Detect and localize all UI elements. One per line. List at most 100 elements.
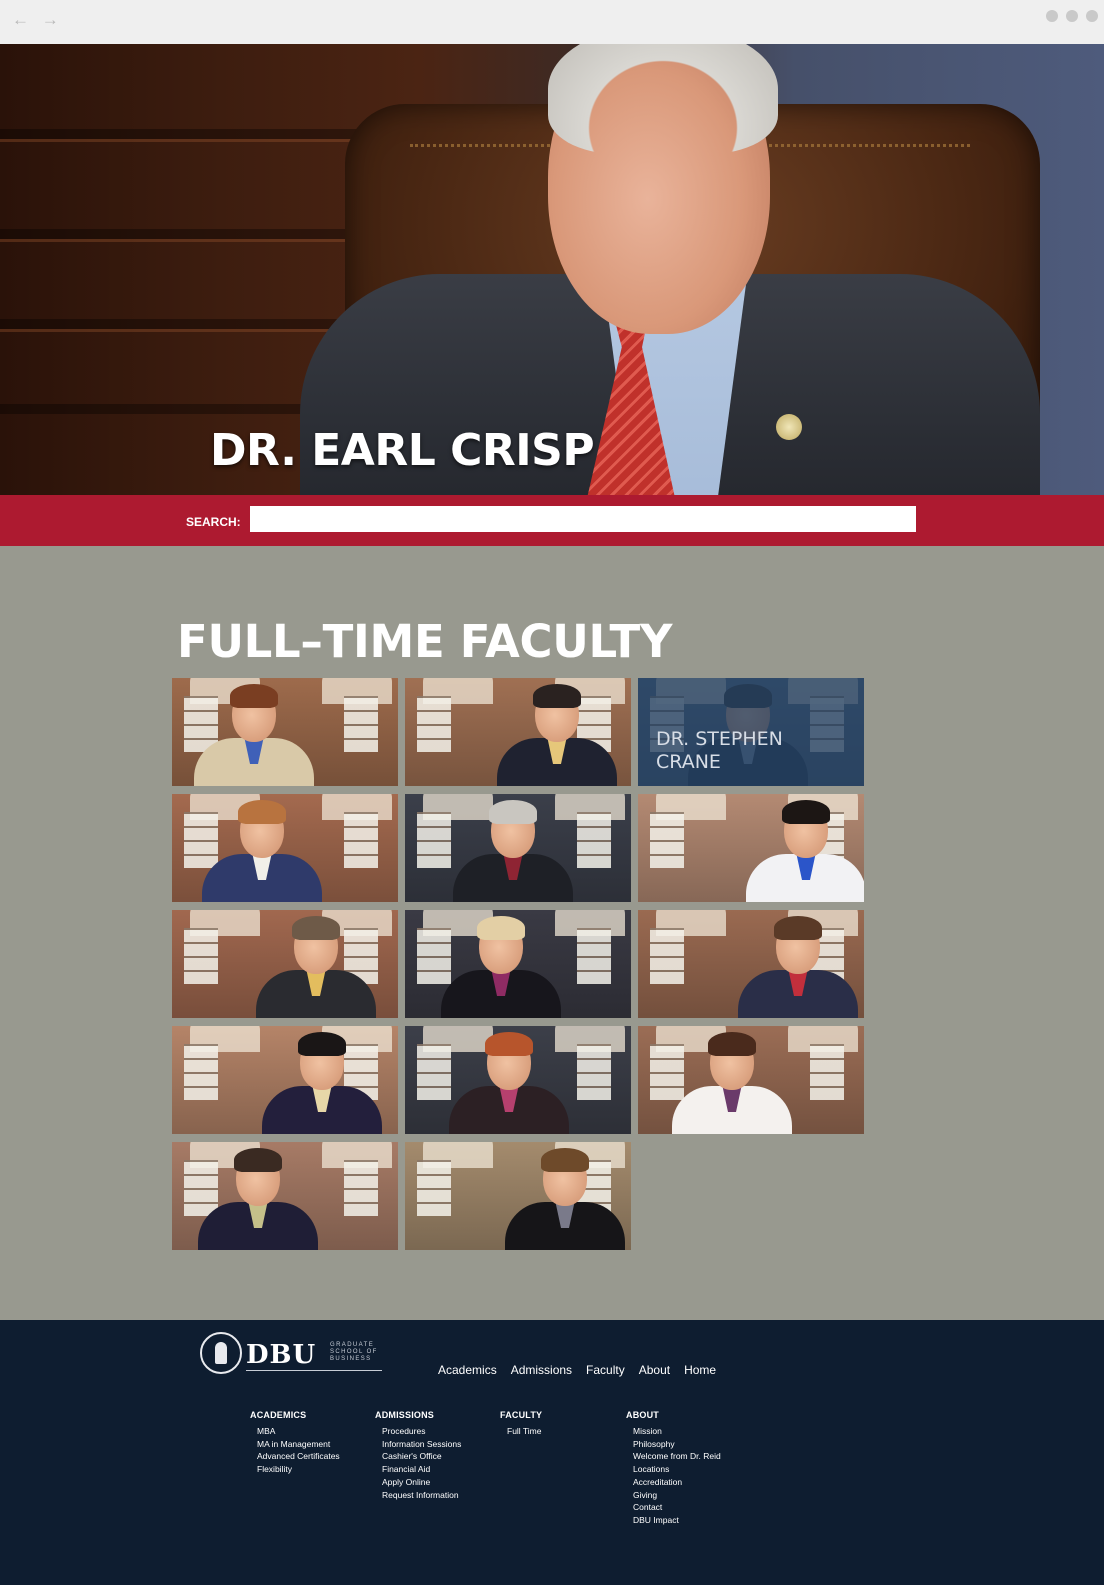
window-pane xyxy=(344,812,378,868)
seal-icon xyxy=(200,1332,242,1374)
nav-link-admissions[interactable]: Admissions xyxy=(511,1363,572,1377)
faculty-portrait xyxy=(449,1026,569,1134)
portrait-hair xyxy=(533,684,581,708)
portrait-hair xyxy=(292,916,340,940)
portrait-hair xyxy=(298,1032,346,1056)
search-bar: SEARCH: xyxy=(0,495,1104,546)
footer-link[interactable]: Mission xyxy=(633,1425,721,1438)
footer-link[interactable]: Welcome from Dr. Reid xyxy=(633,1450,721,1463)
faculty-tile[interactable] xyxy=(405,910,631,1018)
faculty-portrait xyxy=(441,910,561,1018)
faculty-tile[interactable]: DR. STEPHEN CRANE xyxy=(638,678,864,786)
footer-column-academics: ACADEMICS MBA MA in Management Advanced … xyxy=(250,1410,340,1476)
faculty-grid: DR. STEPHEN CRANE xyxy=(172,678,867,1250)
forward-arrow-icon[interactable]: → xyxy=(42,10,63,29)
footer-column-about: ABOUT Mission Philosophy Welcome from Dr… xyxy=(626,1410,721,1527)
footer-link[interactable]: Advanced Certificates xyxy=(257,1450,340,1463)
footer-link[interactable]: MBA xyxy=(257,1425,340,1438)
bookshelf-edge xyxy=(0,329,370,332)
window-pane xyxy=(344,696,378,752)
faculty-tile[interactable] xyxy=(172,910,398,1018)
portrait-hair xyxy=(489,800,537,824)
faculty-tile[interactable] xyxy=(638,910,864,1018)
search-label: SEARCH: xyxy=(186,515,241,529)
portrait-hair xyxy=(708,1032,756,1056)
lapel-pin-icon xyxy=(776,414,802,440)
hero-title: DR. EARL CRISP xyxy=(210,425,595,476)
footer-column-admissions: ADMISSIONS Procedures Information Sessio… xyxy=(375,1410,461,1501)
faculty-tile[interactable] xyxy=(405,1026,631,1134)
portrait-hair xyxy=(485,1032,533,1056)
window-pane xyxy=(417,1160,451,1216)
footer-column-faculty: FACULTY Full Time xyxy=(500,1410,542,1438)
faculty-tile[interactable] xyxy=(638,794,864,902)
dot-icon[interactable] xyxy=(1066,10,1078,22)
faculty-portrait xyxy=(262,1026,382,1134)
faculty-tile[interactable] xyxy=(405,1142,631,1250)
faculty-tile[interactable] xyxy=(638,1026,864,1134)
portrait-hair xyxy=(782,800,830,824)
dot-icon[interactable] xyxy=(1086,10,1098,22)
window-pane xyxy=(577,812,611,868)
dbu-logo[interactable]: DBU GRADUATE SCHOOL OF BUSINESS xyxy=(200,1332,385,1378)
footer-link[interactable]: DBU Impact xyxy=(633,1514,721,1527)
window-pane xyxy=(417,812,451,868)
footer-link[interactable]: Locations xyxy=(633,1463,721,1476)
bookshelf-shelf xyxy=(0,129,370,139)
logo-wordmark: DBU xyxy=(246,1340,317,1370)
faculty-tile[interactable] xyxy=(172,794,398,902)
footer-link[interactable]: Cashier's Office xyxy=(382,1450,461,1463)
footer-heading: FACULTY xyxy=(500,1410,543,1420)
faculty-tile[interactable] xyxy=(405,678,631,786)
footer-heading: ACADEMICS xyxy=(250,1410,307,1420)
history-nav: ← → xyxy=(12,10,63,30)
footer-link[interactable]: Contact xyxy=(633,1501,721,1514)
faculty-portrait xyxy=(202,794,322,902)
portrait-hair xyxy=(477,916,525,940)
window-pane xyxy=(577,928,611,984)
nav-link-faculty[interactable]: Faculty xyxy=(586,1363,625,1377)
faculty-tile[interactable] xyxy=(172,678,398,786)
bookshelf-shelf xyxy=(0,229,370,239)
back-arrow-icon[interactable]: ← xyxy=(12,10,33,29)
search-input[interactable] xyxy=(250,506,916,532)
faculty-portrait xyxy=(256,910,376,1018)
faculty-tile[interactable] xyxy=(405,794,631,902)
faculty-portrait xyxy=(194,678,314,786)
portrait-hair xyxy=(238,800,286,824)
faculty-portrait xyxy=(497,678,617,786)
window-pane xyxy=(184,928,218,984)
nav-link-academics[interactable]: Academics xyxy=(438,1363,497,1377)
faculty-tile[interactable] xyxy=(172,1026,398,1134)
window-pane xyxy=(344,1160,378,1216)
window-pane xyxy=(810,1044,844,1100)
footer-link[interactable]: Full Time xyxy=(507,1425,542,1438)
footer-link[interactable]: Flexibility xyxy=(257,1463,340,1476)
faculty-portrait xyxy=(198,1142,318,1250)
portrait-hair xyxy=(234,1148,282,1172)
footer-link[interactable]: Procedures xyxy=(382,1425,461,1438)
window-pane xyxy=(417,696,451,752)
dot-icon[interactable] xyxy=(1046,10,1058,22)
footer-link[interactable]: Accreditation xyxy=(633,1476,721,1489)
bookshelf-edge xyxy=(0,239,370,242)
footer-heading: ABOUT xyxy=(626,1410,659,1420)
footer-link[interactable]: Request Information xyxy=(382,1489,461,1502)
logo-divider xyxy=(246,1370,382,1371)
footer-link[interactable]: Giving xyxy=(633,1489,721,1502)
footer-link[interactable]: MA in Management xyxy=(257,1438,340,1451)
footer-link[interactable]: Financial Aid xyxy=(382,1463,461,1476)
nav-link-about[interactable]: About xyxy=(639,1363,670,1377)
nav-link-home[interactable]: Home xyxy=(684,1363,716,1377)
footer-link[interactable]: Information Sessions xyxy=(382,1438,461,1451)
footer-top-nav: Academics Admissions Faculty About Home xyxy=(438,1363,716,1377)
footer-link[interactable]: Philosophy xyxy=(633,1438,721,1451)
faculty-portrait xyxy=(738,910,858,1018)
faculty-portrait xyxy=(746,794,864,902)
window-pane xyxy=(577,1044,611,1100)
faculty-tile[interactable] xyxy=(172,1142,398,1250)
logo-subtitle: GRADUATE SCHOOL OF BUSINESS xyxy=(330,1342,378,1362)
bookshelf-shelf xyxy=(0,319,370,329)
hero-banner: DR. EARL CRISP xyxy=(0,44,1104,495)
footer-link[interactable]: Apply Online xyxy=(382,1476,461,1489)
